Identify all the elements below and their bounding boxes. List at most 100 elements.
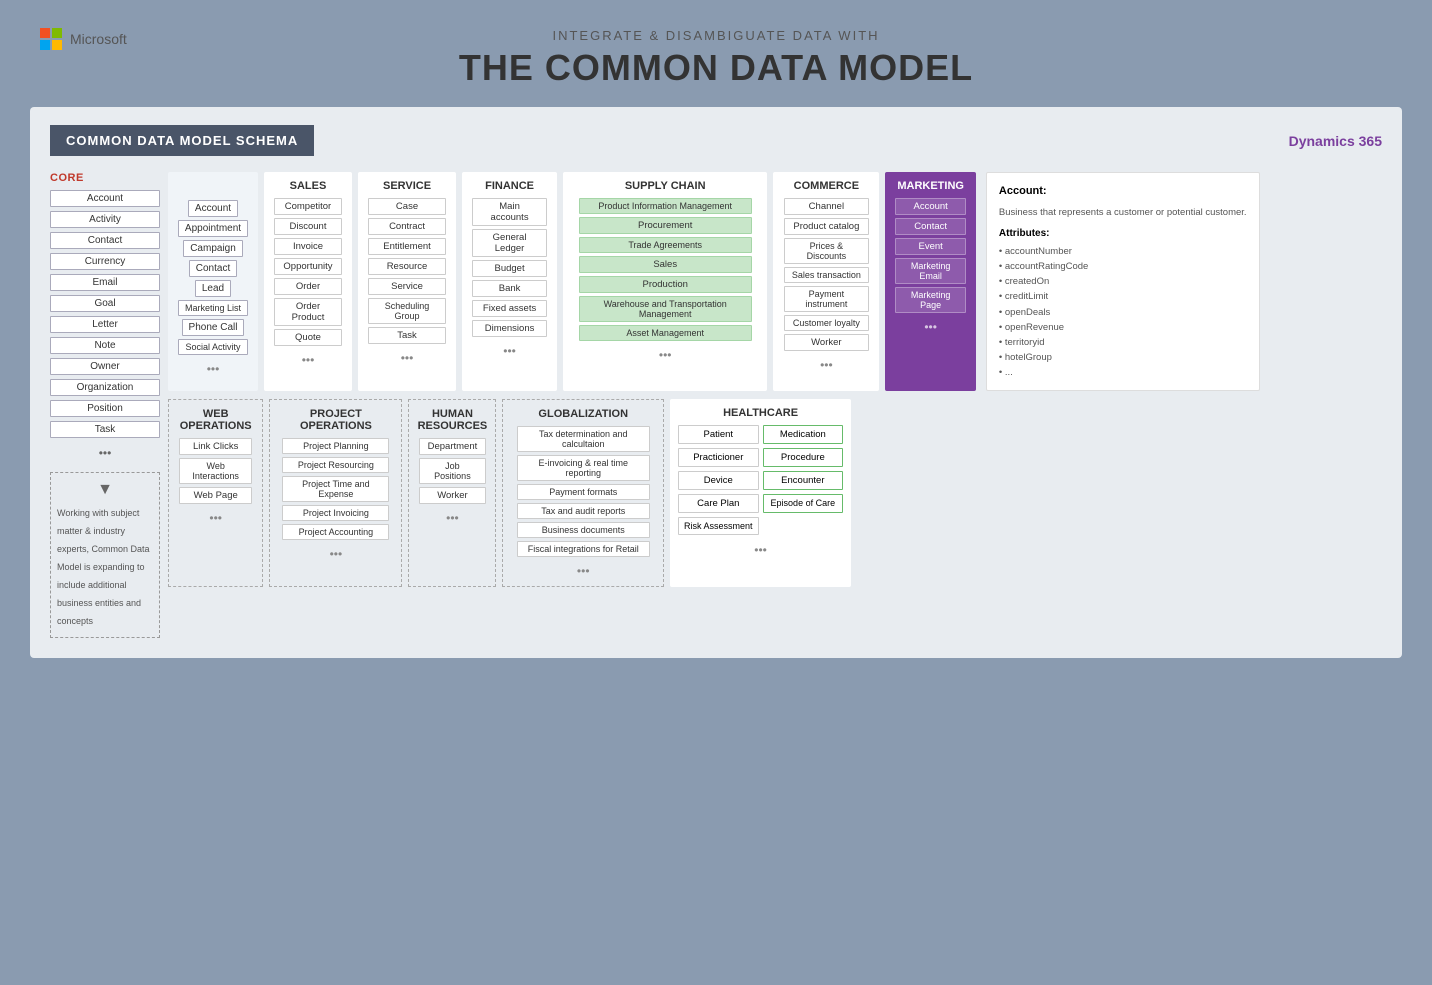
left-column: CORE Account Activity Contact Currency E… [50, 172, 160, 638]
schema-title: COMMON DATA MODEL SCHEMA [50, 125, 314, 156]
web-dots: ••• [209, 511, 222, 525]
sales-quote: Quote [274, 329, 342, 346]
po-resourcing: Project Resourcing [282, 457, 389, 473]
core-item-organization: Organization [50, 379, 160, 396]
base-campaign: Campaign [183, 240, 243, 257]
project-ops-section: PROJECTOPERATIONS Project Planning Proje… [269, 399, 402, 587]
service-service: Service [368, 278, 445, 295]
header-title: THE COMMON DATA MODEL [20, 47, 1412, 89]
hc-risk: Risk Assessment [678, 517, 759, 535]
service-section: SERVICE Case Contract Entitlement Resour… [358, 172, 456, 391]
marketing-section: MARKETING Account Contact Event Marketin… [885, 172, 976, 391]
sc-production: Production [579, 276, 752, 293]
account-popup-attrs: • accountNumber • accountRatingCode • cr… [999, 244, 1247, 381]
healthcare-header: HEALTHCARE [678, 407, 843, 419]
base-account: Account [188, 200, 238, 217]
marketing-account: Account [895, 198, 966, 215]
po-dots: ••• [330, 547, 343, 561]
hr-dots: ••• [446, 511, 459, 525]
po-accounting: Project Accounting [282, 524, 389, 540]
sales-dots: ••• [302, 353, 315, 367]
glob-einvoice: E-invoicing & real time reporting [517, 455, 650, 481]
commerce-loyalty: Customer loyalty [784, 315, 869, 331]
glob-tax-det: Tax determination and calcultaion [517, 426, 650, 452]
glob-fiscal: Fiscal integrations for Retail [517, 541, 650, 557]
sc-trade: Trade Agreements [579, 237, 752, 253]
core-item-contact: Contact [50, 232, 160, 249]
core-item-owner: Owner [50, 358, 160, 375]
supply-chain-header: SUPPLY CHAIN [569, 180, 761, 192]
marketing-dots: ••• [924, 320, 937, 334]
account-popup: Account: Business that represents a cust… [986, 172, 1260, 391]
web-header: WEBOPERATIONS [175, 408, 256, 432]
hc-patient: Patient [678, 425, 759, 444]
hc-practicioner: Practicioner [678, 448, 759, 467]
po-time: Project Time and Expense [282, 476, 389, 502]
card-title-bar: COMMON DATA MODEL SCHEMA Dynamics 365 [50, 125, 1382, 156]
base-social-activity: Social Activity [178, 339, 247, 355]
sales-opportunity: Opportunity [274, 258, 342, 275]
core-expand-box: ▼ Working with subject matter & industry… [50, 472, 160, 638]
finance-dots: ••• [503, 344, 516, 358]
glob-tax-audit: Tax and audit reports [517, 503, 650, 519]
service-case: Case [368, 198, 445, 215]
core-dots: ••• [50, 446, 160, 460]
web-interactions: Web Interactions [179, 458, 252, 484]
sc-procurement: Procurement [579, 217, 752, 234]
service-scheduling: Scheduling Group [368, 298, 445, 324]
service-resource: Resource [368, 258, 445, 275]
sales-order: Order [274, 278, 342, 295]
base-column: Account Appointment Campaign Contact Lea… [168, 172, 258, 391]
core-item-account: Account [50, 190, 160, 207]
right-content: Account Appointment Campaign Contact Lea… [168, 172, 1382, 587]
healthcare-section: HEALTHCARE Patient Medication Practicion… [670, 399, 851, 587]
hr-worker: Worker [419, 487, 486, 504]
main-card: COMMON DATA MODEL SCHEMA Dynamics 365 CO… [30, 107, 1402, 658]
supply-chain-section: SUPPLY CHAIN Product Information Managem… [563, 172, 767, 391]
hc-dots: ••• [678, 543, 843, 557]
core-items: Account Activity Contact Currency Email … [50, 190, 160, 460]
finance-header: FINANCE [468, 180, 551, 192]
core-item-task: Task [50, 421, 160, 438]
sales-invoice: Invoice [274, 238, 342, 255]
hr-job-positions: Job Positions [419, 458, 486, 484]
base-phone-call: Phone Call [182, 319, 245, 336]
sales-section: SALES Competitor Discount Invoice Opport… [264, 172, 352, 391]
lower-sections-row: WEBOPERATIONS Link Clicks Web Interactio… [168, 399, 1382, 587]
globalization-header: GLOBALIZATION [509, 408, 657, 420]
account-popup-title: Account: [999, 183, 1247, 201]
sc-dots: ••• [659, 348, 672, 362]
core-item-goal: Goal [50, 295, 160, 312]
header-subtitle: Integrate & Disambiguate Data With [20, 28, 1412, 43]
sc-sales: Sales [579, 256, 752, 273]
globalization-section: GLOBALIZATION Tax determination and calc… [502, 399, 664, 587]
expand-arrow-icon: ▼ [57, 481, 153, 499]
commerce-product-catalog: Product catalog [784, 218, 869, 235]
account-popup-desc: Business that represents a customer or p… [999, 205, 1247, 220]
hc-episode: Episode of Care [763, 494, 844, 513]
service-task: Task [368, 327, 445, 344]
web-page: Web Page [179, 487, 252, 504]
sc-warehouse: Warehouse and Transportation Management [579, 296, 752, 322]
core-label: CORE [50, 172, 160, 184]
core-item-activity: Activity [50, 211, 160, 228]
core-item-note: Note [50, 337, 160, 354]
po-invoicing: Project Invoicing [282, 505, 389, 521]
po-planning: Project Planning [282, 438, 389, 454]
finance-dimensions: Dimensions [472, 320, 547, 337]
glob-biz-docs: Business documents [517, 522, 650, 538]
dynamics-label: Dynamics 365 [1289, 133, 1382, 149]
service-dots: ••• [401, 351, 414, 365]
base-appointment: Appointment [178, 220, 248, 237]
sales-header: SALES [270, 180, 346, 192]
sales-competitor: Competitor [274, 198, 342, 215]
hc-encounter: Encounter [763, 471, 844, 490]
finance-section: FINANCE Main accounts General Ledger Bud… [462, 172, 557, 391]
hr-department: Department [419, 438, 486, 455]
account-popup-attrs-label: Attributes: [999, 226, 1247, 242]
marketing-page: Marketing Page [895, 287, 966, 313]
core-item-email: Email [50, 274, 160, 291]
service-entitlement: Entitlement [368, 238, 445, 255]
service-header: SERVICE [364, 180, 450, 192]
expand-text: Working with subject matter & industry e… [57, 508, 150, 626]
